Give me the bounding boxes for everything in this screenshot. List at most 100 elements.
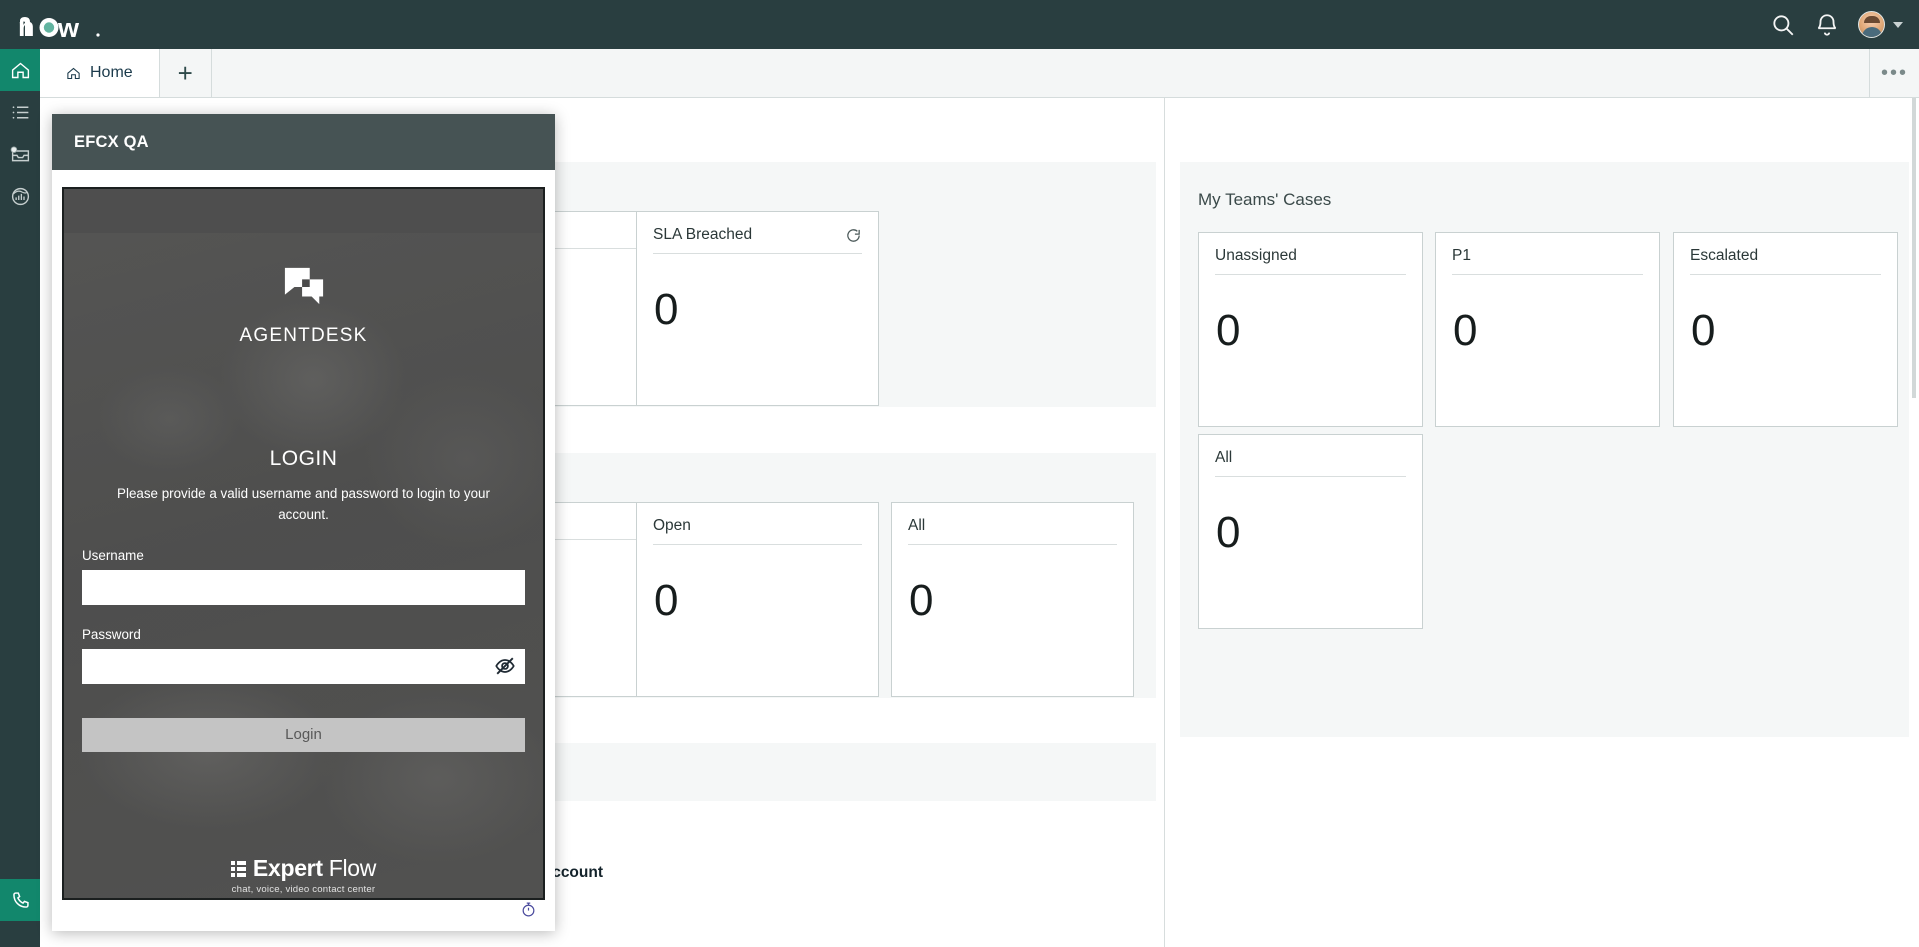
sidebar-item-home[interactable]: [0, 49, 40, 91]
sidebar-item-phone[interactable]: [0, 879, 40, 921]
inbox-icon: [10, 144, 31, 165]
refresh-icon[interactable]: [845, 227, 862, 244]
login-submit-button[interactable]: Login: [82, 718, 525, 752]
sidebar-item-inbox[interactable]: [0, 133, 40, 175]
sidebar-item-all-menu[interactable]: [0, 91, 40, 133]
login-subheading: Please provide a valid username and pass…: [82, 484, 525, 526]
tab-strip: Home + •••: [40, 49, 1919, 98]
metric-rule: [908, 544, 1117, 545]
metric-rule: [1452, 274, 1643, 275]
metric-card-teams-all[interactable]: All 0: [1198, 434, 1423, 629]
dialog-embedded-frame: AGENTDESK LOGIN Please provide a valid u…: [62, 187, 545, 900]
metric-value: 0: [654, 579, 678, 623]
servicenow-logo[interactable]: n w now: [18, 12, 104, 38]
tab-home[interactable]: Home: [40, 49, 160, 97]
expertflow-logo-row: ExpertFlow: [231, 855, 376, 882]
metric-value: 0: [654, 288, 678, 332]
app-root: n w now: [0, 0, 1919, 947]
tab-empty-space: [212, 49, 1870, 97]
page-scrollbar-thumb[interactable]: [1912, 98, 1916, 398]
metric-rule: [1215, 476, 1406, 477]
metric-label: SLA Breached: [653, 226, 752, 244]
password-field-wrapper: [82, 649, 525, 684]
global-header: n w now: [0, 0, 1919, 49]
home-icon: [66, 66, 81, 81]
metric-head: All: [1199, 435, 1422, 467]
metric-head: Escalated: [1674, 233, 1897, 265]
metric-value: 0: [1453, 309, 1477, 353]
tab-overflow-button[interactable]: •••: [1870, 49, 1919, 97]
expertflow-tagline: chat, voice, video contact center: [82, 884, 525, 895]
password-input[interactable]: [82, 649, 525, 684]
metric-label: Escalated: [1690, 247, 1758, 265]
metric-label: P1: [1452, 247, 1471, 265]
svg-text:n: n: [18, 12, 34, 38]
login-submit-label: Login: [285, 726, 322, 743]
metric-value: 0: [909, 579, 933, 623]
brand-block: AGENTDESK: [82, 233, 525, 347]
username-input[interactable]: [82, 570, 525, 605]
eye-off-icon: [494, 655, 516, 677]
stopwatch-icon[interactable]: [520, 901, 537, 918]
username-label: Username: [82, 548, 525, 563]
metric-value: 0: [1216, 511, 1240, 555]
metric-card-sla-breached[interactable]: SLA Breached 0: [636, 211, 879, 406]
metric-rule: [1690, 274, 1881, 275]
login-heading: LOGIN: [82, 447, 525, 471]
expertflow-bold-text: Expert: [253, 855, 323, 882]
dialog-title-bar: EFCX QA: [52, 114, 555, 170]
metric-card-open[interactable]: Open 0: [636, 502, 879, 697]
metric-label: Unassigned: [1215, 247, 1297, 265]
search-icon[interactable]: [1770, 12, 1796, 38]
panel-title: My Teams' Cases: [1180, 162, 1911, 210]
new-tab-label: +: [178, 58, 193, 89]
tab-label: Home: [90, 64, 133, 82]
expertflow-light-text: Flow: [329, 855, 376, 882]
bell-icon[interactable]: [1814, 12, 1840, 38]
left-nav-rail: [0, 49, 40, 947]
metric-value: 0: [1691, 309, 1715, 353]
metric-card-p1[interactable]: P1 0: [1435, 232, 1660, 427]
agentdesk-login-dialog: EFCX QA AGENTDESK LOGIN Please provide a…: [52, 114, 555, 931]
table-col-account: Account: [541, 864, 701, 882]
panel-my-teams-cases: My Teams' Cases Unassigned 0 P1 0 Escala…: [1180, 162, 1911, 737]
tab-overflow-label: •••: [1881, 62, 1908, 85]
metric-label: All: [908, 517, 925, 535]
chat-bubbles-icon: [281, 266, 327, 308]
dialog-title: EFCX QA: [74, 133, 149, 152]
metric-value: 0: [1216, 309, 1240, 353]
toggle-password-visibility-button[interactable]: [494, 655, 516, 677]
phone-icon: [10, 890, 31, 911]
header-actions: [1770, 11, 1903, 38]
metric-card-escalated[interactable]: Escalated 0: [1673, 232, 1898, 427]
home-icon: [10, 60, 31, 81]
metric-rule: [1215, 274, 1406, 275]
embedded-app-topbar: [64, 189, 543, 233]
page-scrollbar[interactable]: [1909, 98, 1919, 947]
metric-head: Open: [637, 503, 878, 535]
analytics-icon: [10, 186, 31, 207]
metric-head: All: [892, 503, 1133, 535]
column-divider: [1164, 98, 1165, 947]
metric-label: All: [1215, 449, 1232, 467]
metric-head: P1: [1436, 233, 1659, 265]
metric-head: SLA Breached: [637, 212, 878, 244]
chevron-down-icon[interactable]: [1893, 22, 1903, 28]
expertflow-mark-icon: [231, 861, 247, 877]
svg-text:w: w: [57, 13, 80, 38]
dialog-footer: [62, 897, 545, 921]
sidebar-item-analytics[interactable]: [0, 175, 40, 217]
metric-rule: [653, 544, 862, 545]
list-icon: [10, 102, 31, 123]
expertflow-logo: ExpertFlow chat, voice, video contact ce…: [82, 852, 525, 898]
metric-card-all[interactable]: All 0: [891, 502, 1134, 697]
login-form-body[interactable]: AGENTDESK LOGIN Please provide a valid u…: [64, 233, 543, 898]
password-label: Password: [82, 627, 525, 642]
metric-rule: [653, 253, 862, 254]
metric-card-unassigned[interactable]: Unassigned 0: [1198, 232, 1423, 427]
new-tab-button[interactable]: +: [160, 49, 212, 97]
now-logo-icon: n w: [18, 12, 104, 38]
brand-name: AGENTDESK: [82, 325, 525, 347]
metric-head: Unassigned: [1199, 233, 1422, 265]
avatar[interactable]: [1858, 11, 1885, 38]
